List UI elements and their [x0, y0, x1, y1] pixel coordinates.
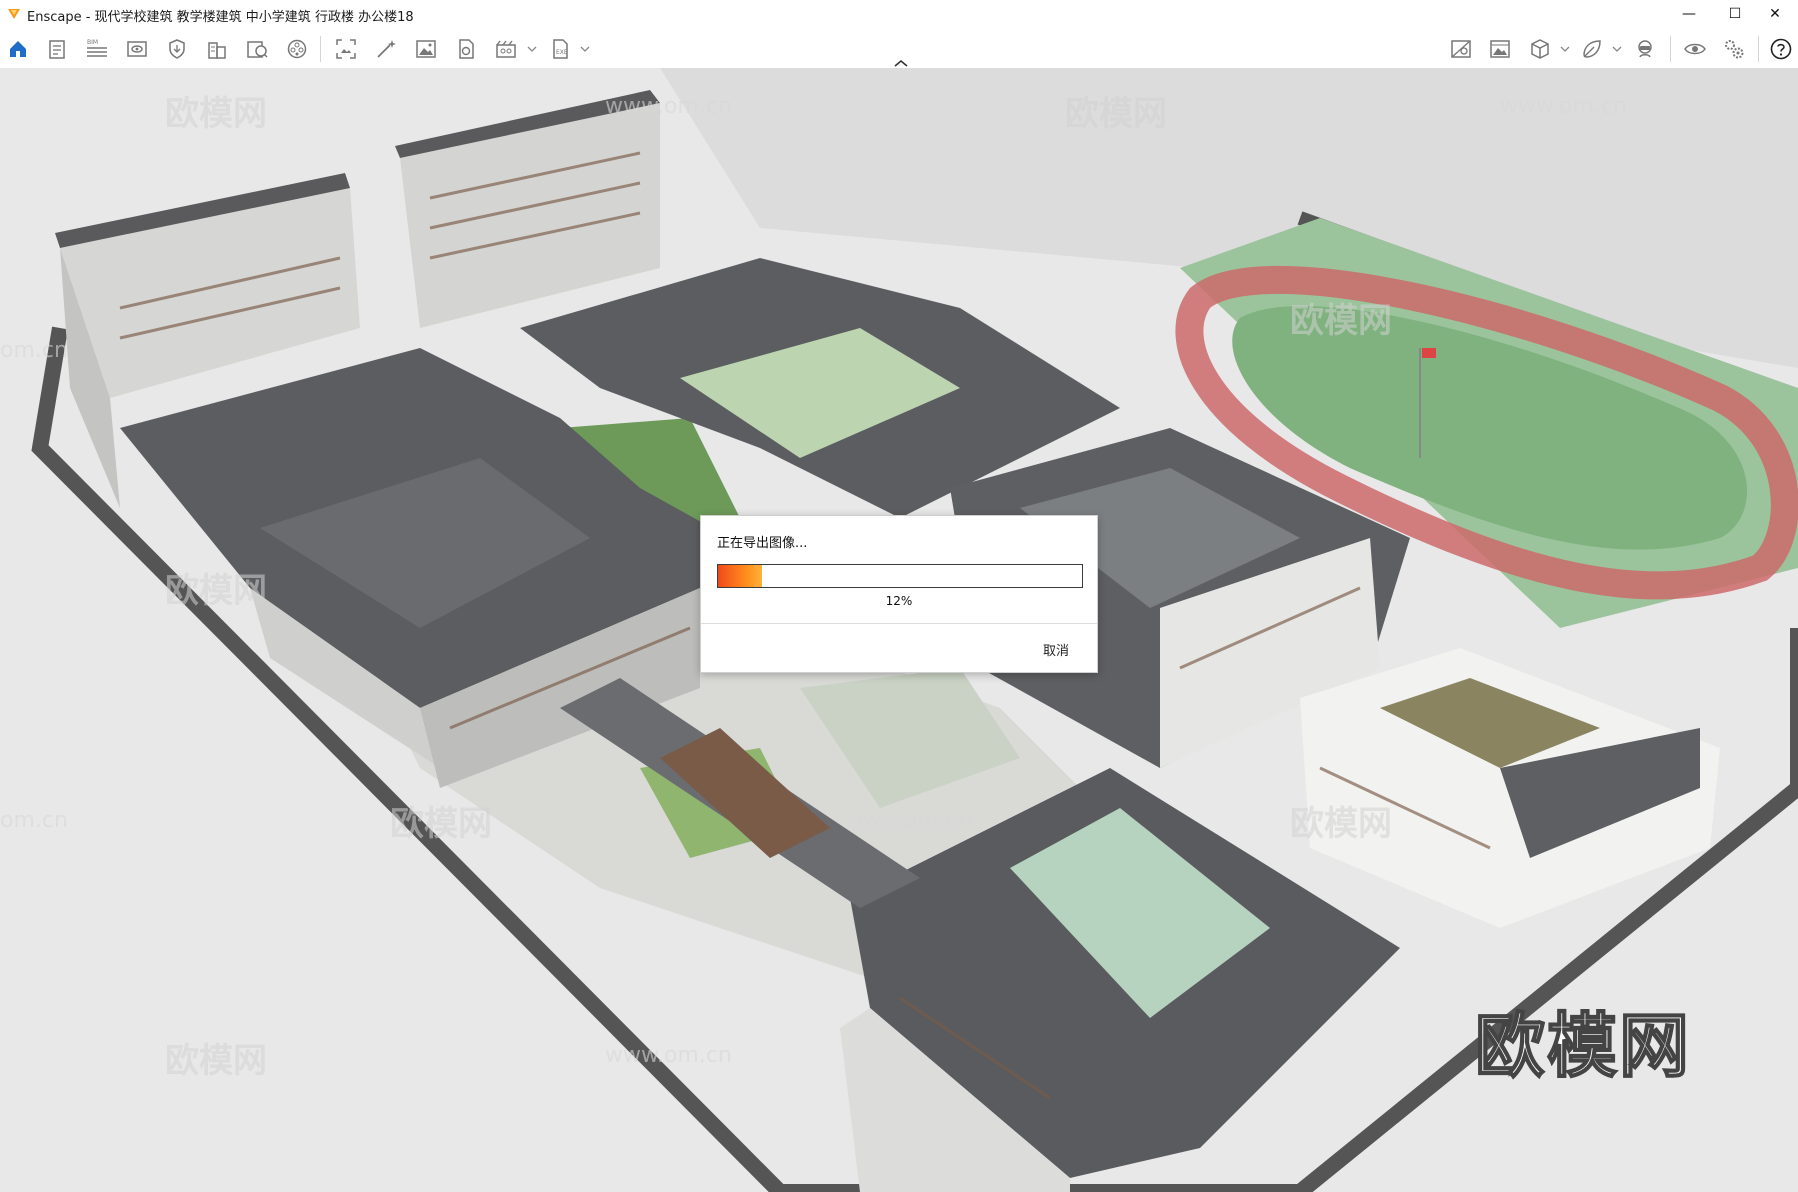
gallery-button[interactable] [1485, 34, 1515, 64]
toolbar-separator [1670, 36, 1671, 62]
building-icon [208, 42, 226, 59]
building-button[interactable] [202, 34, 232, 64]
map-button[interactable] [1446, 34, 1476, 64]
collaboration-dropdown-chevron-icon[interactable] [1612, 44, 1622, 54]
screenshot-icon [336, 39, 356, 59]
settings-button[interactable] [1719, 34, 1749, 64]
watermark-url: www.om.cn [845, 808, 972, 833]
window-title: Enscape - 现代学校建筑 教学楼建筑 中小学建筑 行政楼 办公楼18 [27, 10, 414, 25]
watermark-logo: 欧模网 [1065, 94, 1167, 134]
help-icon [1770, 38, 1792, 60]
video-button[interactable] [491, 34, 521, 64]
view-icon [127, 41, 147, 57]
export-progress-fill [718, 565, 762, 587]
view-button[interactable] [122, 34, 152, 64]
visibility-icon [1684, 43, 1706, 55]
vr-headset-button[interactable] [1630, 34, 1660, 64]
watermark-url-partial: om.cn [0, 338, 68, 363]
minimize-icon: — [1682, 6, 1696, 22]
dialog-divider [701, 623, 1097, 624]
settings-icon [1725, 40, 1744, 59]
watermark-url-partial: om.cn [0, 808, 68, 833]
toolbar-separator [1758, 36, 1759, 62]
help-button[interactable] [1766, 34, 1796, 64]
watermark-logo: 欧模网 [1290, 804, 1392, 844]
batch-render-button[interactable] [371, 34, 401, 64]
visual-settings-button[interactable] [162, 34, 192, 64]
home-button[interactable] [3, 34, 33, 64]
cube-dropdown-chevron-icon[interactable] [1560, 44, 1570, 54]
watermark-url: www.om.cn [605, 1043, 732, 1068]
export-status-message: 正在导出图像... [717, 536, 808, 551]
export-progress-bar [717, 564, 1083, 588]
watermark-logo-large: 欧模网 [1474, 1004, 1691, 1088]
cancel-button[interactable]: 取消 [1043, 640, 1069, 659]
watermark-url: www.om.cn [1500, 94, 1627, 119]
watermark-url: www.om.cn [605, 94, 732, 119]
export-icon: EXE [553, 39, 568, 59]
watermark-logo: 欧模网 [165, 94, 267, 134]
materials-icon [287, 39, 307, 59]
watermark-logo: 欧模网 [165, 571, 267, 611]
materials-button[interactable] [282, 34, 312, 64]
watermark-logo: 欧模网 [165, 1041, 267, 1081]
collapse-toolbar-chevron-up-icon[interactable] [892, 58, 910, 68]
export-button[interactable]: EXE [545, 34, 575, 64]
batch-render-icon [377, 40, 396, 58]
enscape-logo-icon [8, 9, 20, 19]
maximize-icon: ☐ [1728, 6, 1742, 22]
image-export-button[interactable] [411, 34, 441, 64]
video-icon [496, 40, 516, 58]
export-dropdown-chevron-icon[interactable] [580, 44, 590, 54]
panorama-button[interactable] [451, 34, 481, 64]
vr-headset-icon [1638, 40, 1652, 58]
close-icon: ✕ [1769, 6, 1781, 22]
panorama-icon [459, 39, 474, 59]
video-dropdown-chevron-icon[interactable] [527, 44, 537, 54]
cube-view-icon [1531, 39, 1549, 59]
toolbar-separator [320, 36, 321, 62]
collaboration-icon [1583, 40, 1601, 58]
gallery-icon [1490, 40, 1510, 58]
cube-view-button[interactable] [1525, 34, 1555, 64]
asset-library-icon [247, 41, 268, 58]
screenshot-button[interactable] [331, 34, 361, 64]
visual-settings-icon [169, 39, 185, 59]
minimize-button[interactable]: — [1666, 0, 1712, 28]
export-progress-percent: 12% [885, 594, 913, 608]
title-bar: Enscape - 现代学校建筑 教学楼建筑 中小学建筑 行政楼 办公楼18 —… [0, 0, 1798, 28]
export-progress-dialog: 正在导出图像... 12% 取消 [700, 515, 1098, 673]
bim-button[interactable]: BIM [82, 34, 112, 64]
svg-text:EXE: EXE [556, 49, 568, 56]
map-icon [1451, 40, 1471, 58]
watermark-logo: 欧模网 [390, 804, 492, 844]
image-export-icon [416, 40, 436, 58]
asset-library-button[interactable] [242, 34, 272, 64]
close-button[interactable]: ✕ [1752, 0, 1798, 28]
bim-list-icon: BIM [87, 39, 107, 57]
svg-text:BIM: BIM [87, 39, 98, 46]
visibility-button[interactable] [1680, 34, 1710, 64]
watermark-logo: 欧模网 [1290, 301, 1392, 341]
home-icon [10, 41, 26, 57]
document-button[interactable] [42, 34, 72, 64]
collaboration-button[interactable] [1577, 34, 1607, 64]
document-icon [49, 40, 65, 59]
